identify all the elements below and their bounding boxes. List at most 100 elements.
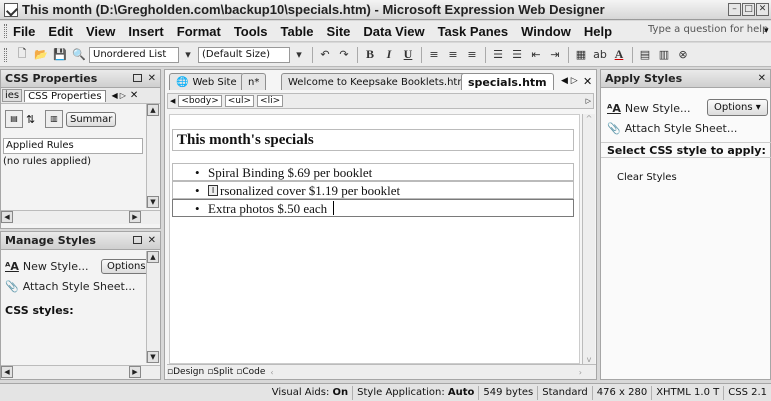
- menu-window[interactable]: Window: [521, 24, 571, 39]
- summary-button[interactable]: Summar: [66, 111, 117, 127]
- borders-icon[interactable]: ▦: [572, 47, 590, 63]
- increase-indent-icon[interactable]: ⇥: [546, 47, 564, 63]
- align-center-icon[interactable]: ≡: [444, 47, 462, 63]
- design-surface[interactable]: This month's specials • Spiral Binding $…: [169, 114, 580, 364]
- scroll-right-icon[interactable]: ▶: [129, 211, 141, 223]
- undo-icon[interactable]: ↶: [316, 47, 334, 63]
- css-properties-vscroll[interactable]: ▲ ▼: [146, 104, 160, 208]
- view-tab-code[interactable]: ▫Code: [236, 367, 265, 377]
- menu-data-view[interactable]: Data View: [363, 24, 424, 39]
- page-heading[interactable]: This month's specials: [177, 132, 314, 149]
- list-item-3-box[interactable]: • Extra photos $.50 each: [172, 199, 574, 217]
- panel-close-icon[interactable]: ✕: [758, 73, 766, 84]
- dimensions-status[interactable]: 476 x 280: [593, 385, 653, 400]
- bold-icon[interactable]: B: [361, 47, 379, 63]
- editor-vscroll[interactable]: ^ v: [582, 114, 595, 364]
- panel-maximize-icon[interactable]: [132, 74, 142, 82]
- tab-nav-icon[interactable]: ◀ ▷: [561, 76, 578, 86]
- scroll-left-icon[interactable]: ◀: [1, 211, 13, 223]
- table-icon[interactable]: ▤: [636, 47, 654, 63]
- menu-insert[interactable]: Insert: [128, 24, 163, 39]
- tab-partial[interactable]: ies: [2, 89, 23, 102]
- css-properties-hscroll[interactable]: ◀ ▶: [1, 210, 160, 224]
- view-tab-split[interactable]: ▫Split: [207, 367, 233, 377]
- style-application-status[interactable]: Style Application: Auto: [353, 385, 480, 400]
- layer-icon[interactable]: ▥: [655, 47, 673, 63]
- minimize-button[interactable]: –: [728, 3, 741, 16]
- tab-specials[interactable]: specials.htm: [461, 73, 554, 90]
- font-color-icon[interactable]: A: [610, 47, 628, 63]
- help-search-input[interactable]: Type a question for help: [648, 24, 768, 35]
- menu-help[interactable]: Help: [584, 24, 612, 39]
- apply-options-button[interactable]: Options ▾: [707, 99, 768, 116]
- new-style-link[interactable]: ᴬA New Style...: [5, 260, 88, 273]
- save-icon[interactable]: 💾: [51, 47, 69, 63]
- show-set-properties-icon[interactable]: ▥: [45, 110, 63, 128]
- manage-styles-vscroll[interactable]: ▲ ▼: [146, 251, 160, 363]
- tag-body[interactable]: <body>: [178, 95, 222, 107]
- tab-web-site[interactable]: 🌐 Web Site: [169, 73, 244, 90]
- tab-css-properties[interactable]: CSS Properties: [24, 89, 106, 102]
- scroll-up-icon[interactable]: ▲: [147, 104, 159, 116]
- scroll-right-icon[interactable]: ▶: [129, 366, 141, 378]
- scroll-down-icon[interactable]: v: [583, 355, 595, 364]
- categorized-icon[interactable]: ▤: [5, 110, 23, 128]
- attach-style-sheet-link[interactable]: 📎 Attach Style Sheet...: [5, 280, 135, 293]
- preview-icon[interactable]: 🔍: [70, 47, 88, 63]
- italic-icon[interactable]: I: [380, 47, 398, 63]
- tab-close-icon[interactable]: ✕: [130, 90, 138, 101]
- editor-close-icon[interactable]: ✕: [583, 75, 592, 88]
- open-folder-icon[interactable]: 📂: [32, 47, 50, 63]
- font-size-combo[interactable]: (Default Size): [198, 46, 290, 63]
- list-item[interactable]: Extra photos $.50 each: [208, 201, 327, 217]
- list-item[interactable]: rsonalized cover $1.19 per booklet: [220, 183, 400, 199]
- menu-file[interactable]: File: [13, 24, 35, 39]
- doctype-status[interactable]: XHTML 1.0 T: [652, 385, 725, 400]
- scroll-up-icon[interactable]: ▲: [147, 251, 159, 263]
- new-document-icon[interactable]: 🗋: [13, 47, 31, 63]
- scroll-down-icon[interactable]: ▼: [147, 196, 159, 208]
- list-item-1-box[interactable]: • Spiral Binding $.69 per booklet: [172, 163, 574, 181]
- highlight-icon[interactable]: ab: [591, 47, 609, 63]
- sort-az-icon[interactable]: ⇅: [26, 113, 42, 126]
- tag-scroll-left-icon[interactable]: ◀: [170, 97, 175, 105]
- hscroll-left-icon[interactable]: ‹: [270, 368, 273, 377]
- tab-untitled[interactable]: n*: [241, 73, 267, 90]
- apply-attach-link[interactable]: 📎 Attach Style Sheet...: [607, 122, 737, 135]
- panel-close-icon[interactable]: ✕: [148, 235, 156, 246]
- apply-new-style-link[interactable]: ᴬA New Style...: [607, 102, 690, 115]
- tab-welcome[interactable]: Welcome to Keepsake Booklets.htm: [281, 73, 475, 90]
- underline-icon[interactable]: U: [399, 47, 417, 63]
- align-left-icon[interactable]: ≡: [425, 47, 443, 63]
- bulleted-list-icon[interactable]: ☰: [508, 47, 526, 63]
- panel-maximize-icon[interactable]: [132, 236, 142, 244]
- toolbar-grip[interactable]: [4, 47, 7, 62]
- hscroll-right-icon[interactable]: ›: [579, 368, 582, 377]
- stop-icon[interactable]: ⊗: [674, 47, 692, 63]
- mode-status[interactable]: Standard: [538, 385, 593, 400]
- style-combo[interactable]: Unordered List: [89, 46, 179, 63]
- menu-grip[interactable]: [4, 24, 7, 38]
- menu-tools[interactable]: Tools: [234, 24, 268, 39]
- tag-li[interactable]: <li>: [257, 95, 284, 107]
- menu-format[interactable]: Format: [177, 24, 221, 39]
- menu-view[interactable]: View: [86, 24, 115, 39]
- heading-box[interactable]: This month's specials: [172, 129, 574, 151]
- help-dropdown-icon[interactable]: ▾: [764, 26, 769, 36]
- manage-styles-hscroll[interactable]: ◀ ▶: [1, 365, 160, 379]
- tag-scroll-right-icon[interactable]: ▷: [586, 97, 591, 105]
- redo-icon[interactable]: ↷: [335, 47, 353, 63]
- tab-scroll-left-icon[interactable]: ◀: [112, 91, 118, 100]
- options-button[interactable]: Options: [101, 259, 152, 274]
- panel-close-icon[interactable]: ✕: [148, 73, 156, 84]
- list-item-2-box[interactable]: • I rsonalized cover $1.19 per booklet: [172, 181, 574, 199]
- font-size-arrow-icon[interactable]: ▾: [290, 47, 308, 63]
- tag-ul[interactable]: <ul>: [224, 95, 255, 107]
- menu-edit[interactable]: Edit: [48, 24, 73, 39]
- scroll-left-icon[interactable]: ◀: [1, 366, 13, 378]
- decrease-indent-icon[interactable]: ⇤: [527, 47, 545, 63]
- visual-aids-status[interactable]: Visual Aids: On: [268, 385, 354, 400]
- maximize-button[interactable]: □: [742, 3, 755, 16]
- clear-styles-item[interactable]: Clear Styles: [617, 172, 677, 183]
- menu-site[interactable]: Site: [327, 24, 351, 39]
